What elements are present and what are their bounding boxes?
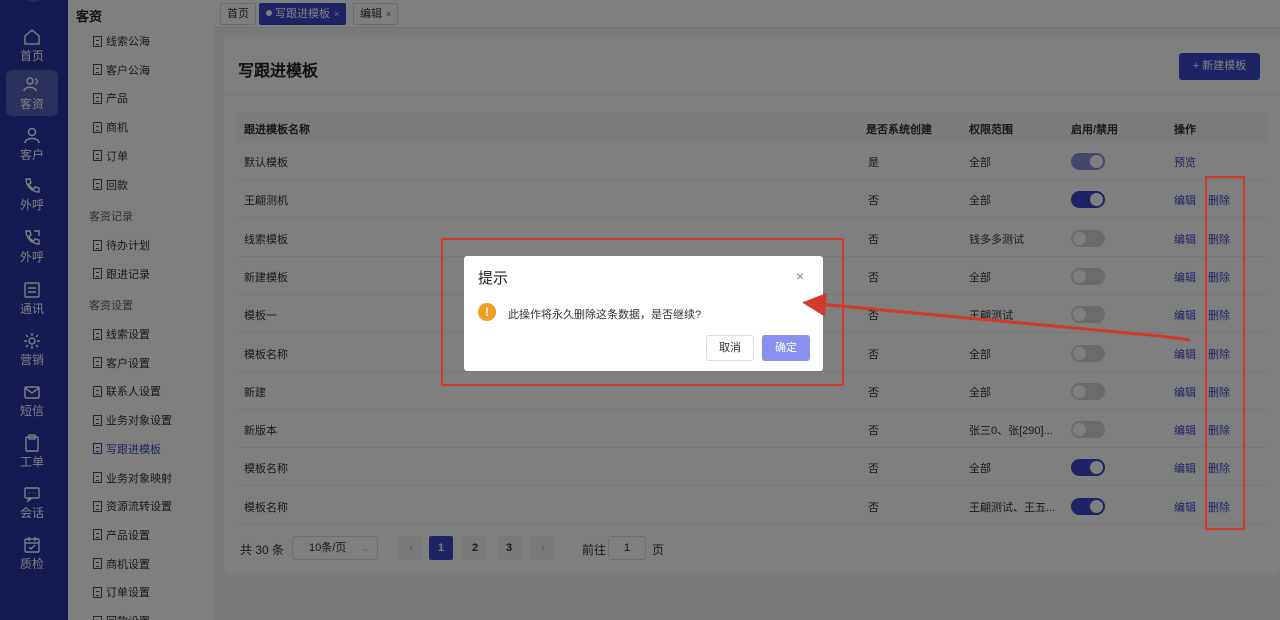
annotation-box-dialog bbox=[441, 238, 844, 386]
annotation-box-delete-column bbox=[1205, 176, 1245, 530]
